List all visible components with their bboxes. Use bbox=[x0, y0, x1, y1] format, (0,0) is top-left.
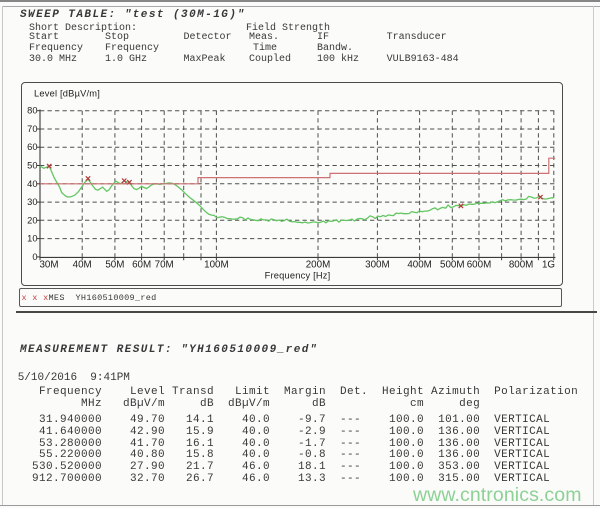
svg-text:40M: 40M bbox=[73, 259, 92, 270]
svg-text:80: 80 bbox=[27, 106, 37, 116]
svg-text:500M: 500M bbox=[440, 259, 465, 270]
svg-text:50: 50 bbox=[27, 161, 37, 171]
svg-text:60: 60 bbox=[27, 142, 37, 152]
svg-text:40: 40 bbox=[27, 179, 37, 189]
svg-text:30: 30 bbox=[27, 197, 37, 207]
svg-text:20: 20 bbox=[27, 215, 37, 225]
svg-text:600M: 600M bbox=[467, 259, 492, 270]
svg-text:70: 70 bbox=[27, 124, 37, 134]
svg-text:50M: 50M bbox=[105, 259, 124, 270]
svg-text:60M: 60M bbox=[132, 259, 151, 270]
svg-text:800M: 800M bbox=[509, 259, 534, 270]
svg-text:0: 0 bbox=[32, 252, 37, 262]
svg-text:1G: 1G bbox=[542, 259, 555, 270]
svg-text:Level [dBµV/m]: Level [dBµV/m] bbox=[34, 89, 100, 99]
svg-text:Frequency [Hz]: Frequency [Hz] bbox=[265, 271, 331, 281]
svg-text:10: 10 bbox=[27, 234, 37, 244]
svg-text:200M: 200M bbox=[306, 259, 331, 270]
svg-text:70M: 70M bbox=[155, 259, 174, 270]
svg-text:400M: 400M bbox=[407, 259, 432, 270]
svg-text:30M: 30M bbox=[39, 259, 58, 270]
svg-text:100M: 100M bbox=[204, 259, 229, 270]
svg-text:300M: 300M bbox=[365, 259, 390, 270]
